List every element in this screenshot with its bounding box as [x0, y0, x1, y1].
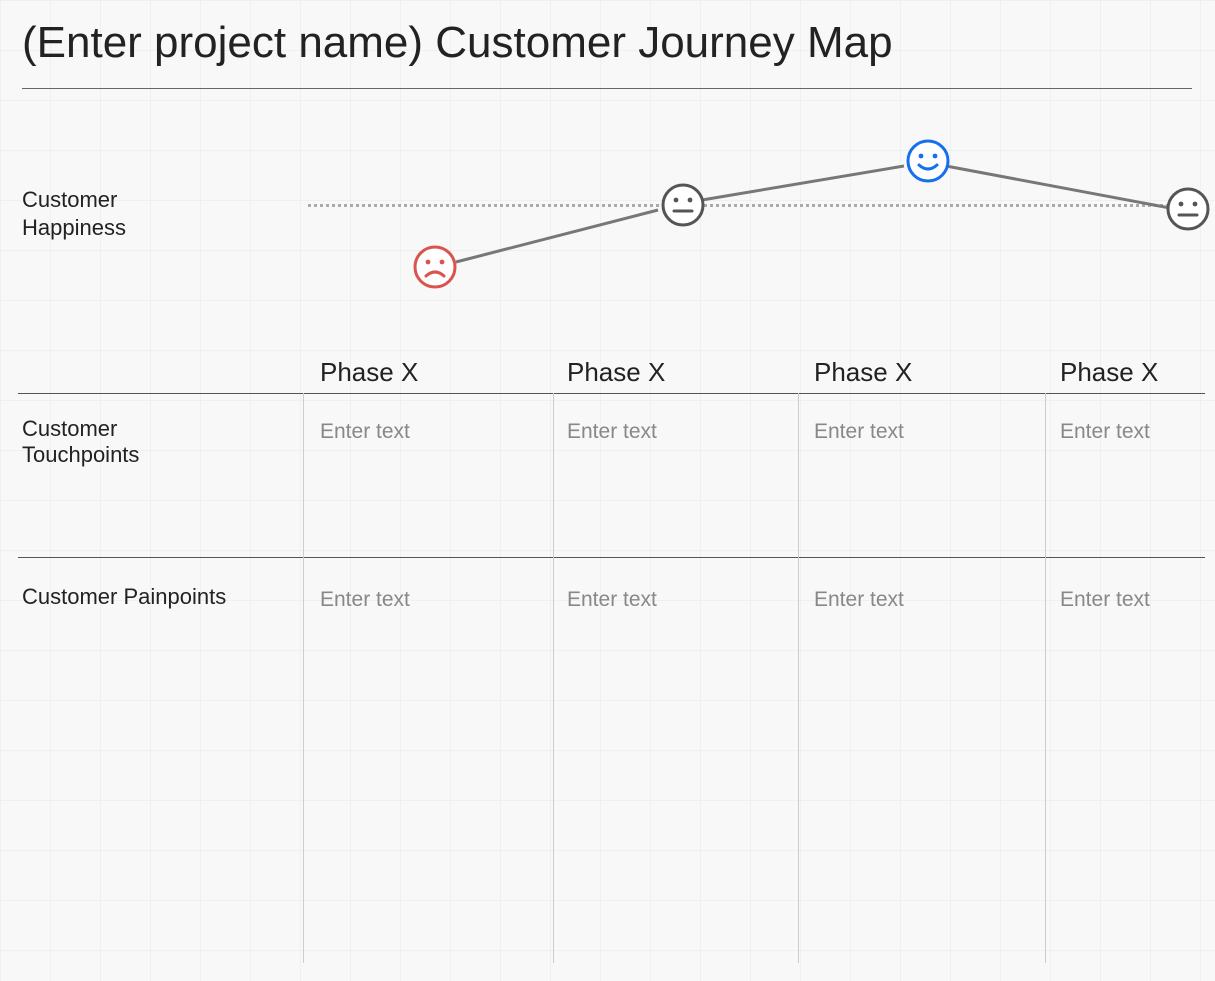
happiness-baseline-line: [308, 204, 1205, 207]
painpoints-cell[interactable]: Enter text: [567, 588, 657, 612]
painpoints-cell[interactable]: Enter text: [320, 588, 410, 612]
phase-header[interactable]: Phase X: [814, 357, 912, 388]
happy-face-icon[interactable]: [905, 138, 951, 184]
touchpoints-row-label: CustomerTouchpoints: [22, 416, 252, 468]
phase-header[interactable]: Phase X: [567, 357, 665, 388]
neutral-face-icon[interactable]: [660, 182, 706, 228]
phase-header[interactable]: Phase X: [320, 357, 418, 388]
touchpoints-cell[interactable]: Enter text: [814, 420, 904, 444]
touchpoints-cell[interactable]: Enter text: [1060, 420, 1150, 444]
table-divider: [18, 393, 1205, 394]
painpoints-cell[interactable]: Enter text: [814, 588, 904, 612]
column-separator: [553, 393, 554, 963]
column-separator: [303, 393, 304, 963]
touchpoints-cell[interactable]: Enter text: [567, 420, 657, 444]
touchpoints-cell[interactable]: Enter text: [320, 420, 410, 444]
table-divider: [18, 557, 1205, 558]
happiness-section-label: CustomerHappiness: [22, 186, 222, 241]
painpoints-cell[interactable]: Enter text: [1060, 588, 1150, 612]
phase-header[interactable]: Phase X: [1060, 357, 1158, 388]
painpoints-row-label: Customer Painpoints: [22, 584, 282, 610]
page-title[interactable]: (Enter project name) Customer Journey Ma…: [22, 18, 1192, 89]
column-separator: [798, 393, 799, 963]
sad-face-icon[interactable]: [412, 244, 458, 290]
column-separator: [1045, 393, 1046, 963]
neutral-face-icon[interactable]: [1165, 186, 1211, 232]
